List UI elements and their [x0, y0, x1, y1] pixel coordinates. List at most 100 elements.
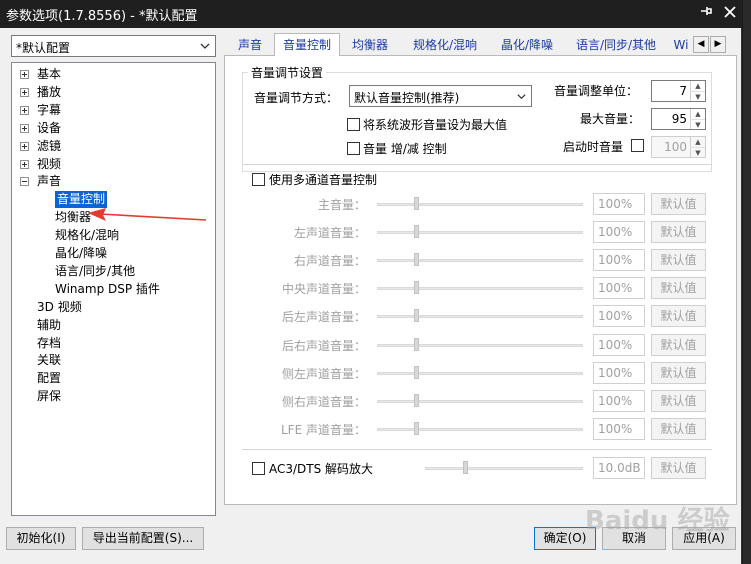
- tab[interactable]: 均衡器: [342, 36, 398, 56]
- channel-default-button: 默认值: [651, 221, 706, 244]
- startup-volume-stepper: 100 ▲ ▼: [651, 136, 706, 158]
- channel-value: 100%: [593, 193, 645, 215]
- channel-value: 100%: [593, 389, 645, 412]
- channel-row: 左声道音量： 100% 默认值: [225, 221, 738, 244]
- max-volume-label: 最大音量：: [580, 112, 641, 126]
- tab[interactable]: Wi: [670, 36, 692, 56]
- channel-row: 侧右声道音量： 100% 默认值: [225, 389, 738, 412]
- volume-incdec-label: 音量 增/减 控制: [363, 142, 447, 156]
- ac3-amp-default-button: 默认值: [651, 457, 706, 479]
- tree-item[interactable]: 规格化/混响: [12, 227, 212, 244]
- tab[interactable]: 声音: [227, 36, 273, 56]
- volume-control-panel: 音量调节设置 音量调节方式： 默认音量控制(推荐) 将系统波形音量设为最大值 音…: [224, 55, 737, 505]
- channel-row: 主音量： 100% 默认值: [225, 193, 738, 215]
- tree-item[interactable]: 滤镜: [12, 138, 212, 155]
- expand-icon[interactable]: [20, 105, 29, 115]
- method-dropdown[interactable]: 默认音量控制(推荐): [349, 85, 532, 107]
- chevron-up-icon[interactable]: ▲: [690, 81, 705, 91]
- tab[interactable]: 规格化/混响: [400, 36, 490, 56]
- channel-value: 100%: [593, 361, 645, 384]
- init-button[interactable]: 初始化(I): [6, 527, 76, 550]
- max-volume-stepper[interactable]: 95 ▲ ▼: [651, 108, 706, 130]
- expand-icon[interactable]: [20, 123, 29, 133]
- tree-item-label: 3D 视频: [37, 299, 82, 314]
- collapse-icon[interactable]: [20, 177, 29, 187]
- startup-volume-value: 100: [664, 140, 687, 154]
- volume-incdec-checkbox[interactable]: [347, 142, 360, 155]
- tree-item[interactable]: 视频: [12, 156, 212, 173]
- tree-item[interactable]: 声音: [12, 173, 212, 190]
- tree-item-label: 基本: [37, 67, 62, 81]
- tree-item-label: 视频: [37, 156, 62, 171]
- expand-icon[interactable]: [20, 87, 29, 97]
- watermark-logo: Baidu 经验: [585, 506, 730, 536]
- divider: [242, 449, 712, 450]
- waveform-max-checkbox[interactable]: [347, 118, 360, 131]
- channel-slider-thumb: [414, 337, 419, 351]
- channel-label: 右声道音量：: [293, 254, 366, 269]
- channel-slider: [377, 427, 583, 431]
- expand-icon[interactable]: [20, 141, 29, 151]
- channel-label: 中央声道音量：: [281, 282, 366, 297]
- close-icon[interactable]: [720, 3, 740, 23]
- startup-volume-checkbox[interactable]: [631, 139, 644, 152]
- chevron-up-icon[interactable]: ▲: [690, 109, 705, 119]
- expand-icon[interactable]: [20, 159, 29, 169]
- tab[interactable]: 晶化/降噪: [492, 36, 562, 56]
- tree-item[interactable]: 字幕: [12, 102, 212, 119]
- method-dropdown-value: 默认音量控制(推荐): [354, 91, 460, 105]
- tree-item[interactable]: 存档: [12, 335, 212, 352]
- channel-default-button: 默认值: [651, 193, 706, 215]
- channel-default-button: 默认值: [651, 277, 706, 300]
- channel-slider-thumb: [414, 421, 419, 435]
- chevron-up-icon: ▲: [690, 137, 705, 147]
- ac3-amp-checkbox[interactable]: [252, 462, 265, 475]
- export-config-button[interactable]: 导出当前配置(S)...: [82, 527, 204, 550]
- tree-item[interactable]: 关联: [12, 352, 212, 369]
- tree-item[interactable]: 3D 视频: [12, 299, 212, 316]
- tree-item[interactable]: 辅助: [12, 317, 212, 334]
- tab[interactable]: 音量控制: [274, 33, 340, 56]
- ac3-amp-slider: [425, 467, 583, 470]
- channel-default-button: 默认值: [651, 417, 706, 440]
- channel-slider-thumb: [414, 281, 419, 295]
- step-value: 7: [679, 84, 687, 98]
- tree-item[interactable]: 设备: [12, 120, 212, 137]
- chevron-down-icon[interactable]: ▼: [690, 91, 705, 101]
- step-stepper[interactable]: 7 ▲ ▼: [651, 80, 706, 102]
- channel-label: LFE 声道音量：: [281, 422, 366, 437]
- waveform-max-label: 将系统波形音量设为最大值: [363, 118, 508, 132]
- method-label: 音量调节方式：: [254, 91, 339, 105]
- multichannel-checkbox[interactable]: [252, 173, 265, 186]
- channel-row: LFE 声道音量： 100% 默认值: [225, 417, 738, 440]
- channel-value: 100%: [593, 221, 645, 244]
- tab-scroll-right-icon[interactable]: ▶: [710, 36, 726, 53]
- tree-item[interactable]: 基本: [12, 66, 212, 83]
- tab[interactable]: 语言/同步/其他: [565, 36, 667, 56]
- channel-row: 后右声道音量： 100% 默认值: [225, 333, 738, 356]
- channel-value: 100%: [593, 277, 645, 300]
- window-title: 参数选项(1.7.8556) - *默认配置: [6, 9, 198, 24]
- profile-dropdown[interactable]: *默认配置: [11, 35, 216, 57]
- tree-item[interactable]: 语言/同步/其他: [12, 263, 212, 280]
- ac3-amp-value: 10.0dB: [593, 457, 645, 479]
- channel-label: 左声道音量：: [293, 226, 366, 241]
- tree-item-label: 关联: [37, 353, 62, 368]
- tree-item[interactable]: Winamp DSP 插件: [12, 281, 212, 298]
- multichannel-label: 使用多通道音量控制: [269, 173, 378, 187]
- tree-item[interactable]: 屏保: [12, 388, 212, 405]
- tree-item-label: 屏保: [37, 389, 62, 404]
- expand-icon[interactable]: [20, 70, 29, 79]
- tree-item-label: 存档: [37, 335, 62, 350]
- tree-item[interactable]: 播放: [12, 84, 212, 101]
- chevron-down-icon[interactable]: ▼: [690, 119, 705, 129]
- channel-slider-thumb: [414, 365, 419, 379]
- tree-item[interactable]: 晶化/降噪: [12, 245, 212, 262]
- channel-slider: [377, 343, 583, 347]
- tree-item[interactable]: 配置: [12, 370, 212, 387]
- divider: [242, 164, 712, 165]
- channel-value: 100%: [593, 249, 645, 272]
- tab-scroll-left-icon[interactable]: ◀: [693, 36, 709, 53]
- pin-icon[interactable]: [696, 3, 716, 23]
- channel-row: 后左声道音量： 100% 默认值: [225, 305, 738, 328]
